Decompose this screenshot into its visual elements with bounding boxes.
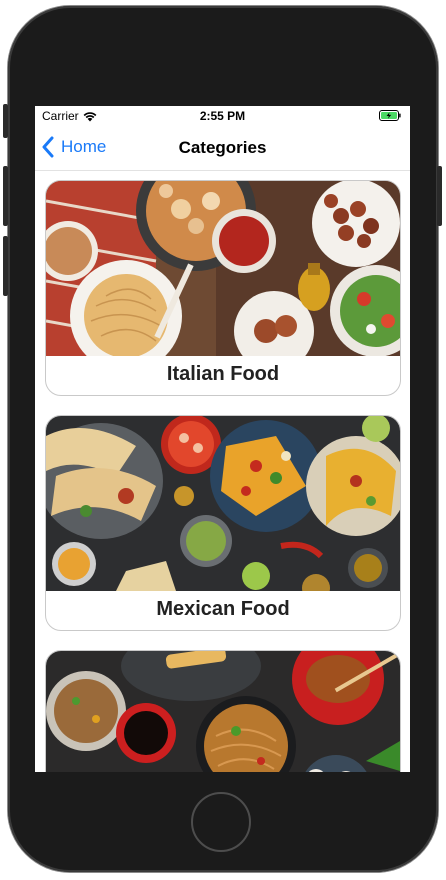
category-card-mexican[interactable]: Mexican Food: [45, 415, 401, 631]
italian-food-image: [46, 181, 400, 356]
category-label: Mexican Food: [156, 598, 290, 620]
category-card-italian[interactable]: Italian Food: [45, 180, 401, 396]
category-label: Italian Food: [166, 363, 280, 385]
category-card-asian[interactable]: [45, 650, 401, 772]
home-button[interactable]: [191, 792, 251, 852]
device-frame: Carrier 2:55 PM Home Categories Italian …: [0, 0, 446, 880]
mute-switch: [3, 104, 8, 138]
status-bar: Carrier 2:55 PM: [35, 106, 410, 126]
volume-up-button: [3, 166, 8, 226]
screen: Carrier 2:55 PM Home Categories Italian …: [35, 106, 410, 772]
power-button: [437, 166, 442, 226]
volume-down-button: [3, 236, 8, 296]
mexican-food-image: [46, 416, 400, 591]
page-title: Categories: [178, 138, 267, 157]
asian-food-image: [46, 651, 400, 772]
battery-charging-icon: [379, 110, 401, 121]
navigation-bar: Home Categories: [35, 126, 410, 171]
status-time: 2:55 PM: [199, 109, 246, 123]
